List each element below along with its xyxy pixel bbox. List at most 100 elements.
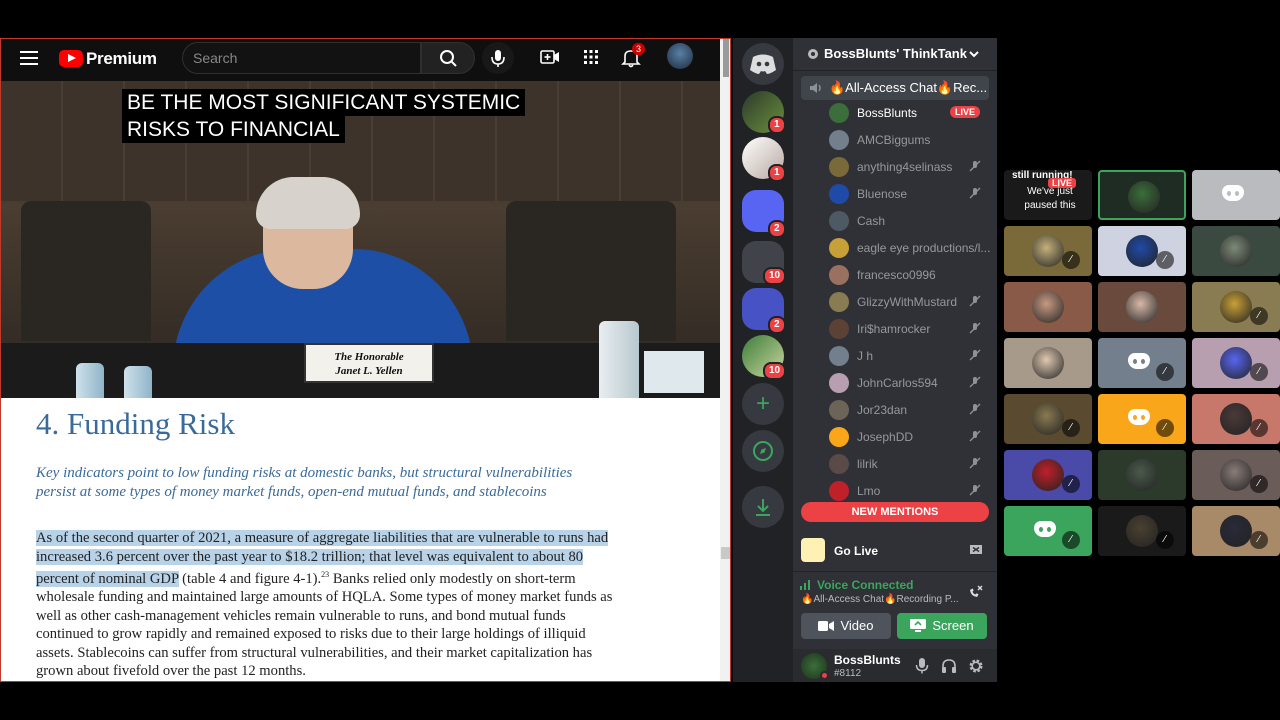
voice-member[interactable]: francesco0996: [829, 264, 989, 288]
key-points-text: Key indicators point to low funding risk…: [36, 465, 573, 500]
participant-video-tile[interactable]: ⁄: [1192, 506, 1280, 556]
voice-member[interactable]: JosephDD: [829, 426, 989, 450]
participant-video-tile[interactable]: ⁄: [1098, 226, 1186, 276]
voice-member[interactable]: BossBlunts LIVE: [829, 102, 989, 126]
muted-mic-icon: [969, 484, 981, 496]
voice-member[interactable]: GlizzyWithMustard: [829, 291, 989, 315]
participant-video-tile[interactable]: ⁄: [1192, 394, 1280, 444]
participant-video-tile[interactable]: ⁄: [1192, 282, 1280, 332]
member-avatar: [829, 427, 849, 447]
voice-member[interactable]: Bluenose: [829, 183, 989, 207]
voice-channel-subtitle[interactable]: 🔥All-Access Chat🔥Recording P...: [801, 594, 959, 605]
member-avatar: [829, 400, 849, 420]
account-avatar[interactable]: [667, 43, 693, 69]
water-bottle: [76, 363, 104, 398]
participant-video-tile[interactable]: ⁄: [1098, 506, 1186, 556]
voice-channel-item[interactable]: 🔥All-Access Chat🔥Rec...: [801, 76, 989, 100]
menu-icon[interactable]: [20, 51, 38, 65]
youtube-logo-icon[interactable]: [59, 50, 83, 67]
scrollbar-thumb[interactable]: [723, 39, 729, 77]
video-chair: [21, 201, 151, 341]
disconnect-icon[interactable]: [967, 584, 983, 600]
stream-tile[interactable]: still running! LIVE We've just paused th…: [1004, 170, 1092, 220]
user-name[interactable]: BossBlunts: [834, 653, 901, 667]
nameplate: The Honorable Janet L. Yellen: [304, 343, 434, 383]
voice-connected-label[interactable]: Voice Connected: [817, 578, 913, 592]
discord-default-avatar-icon: [1128, 409, 1150, 425]
participant-video-tile[interactable]: [1192, 226, 1280, 276]
member-name: anything4selinass: [857, 160, 953, 174]
guild-badge-icon: [808, 49, 818, 59]
participant-video-tile[interactable]: ⁄: [1098, 338, 1186, 388]
body-rest: Banks relied only modestly on short-term…: [36, 570, 613, 680]
participant-avatar: [1220, 459, 1252, 491]
participant-video-tile[interactable]: ⁄: [1192, 450, 1280, 500]
chevron-down-icon: [969, 51, 979, 58]
participant-video-tile[interactable]: ⁄: [1098, 394, 1186, 444]
scrollbar-thumb-secondary[interactable]: [721, 547, 730, 559]
member-avatar: [829, 103, 849, 123]
voice-member[interactable]: Lmo: [829, 480, 989, 504]
voice-member[interactable]: J h: [829, 345, 989, 369]
new-mentions-button[interactable]: NEW MENTIONS: [801, 502, 989, 522]
voice-member[interactable]: AMCBiggums: [829, 129, 989, 153]
voice-member[interactable]: lilrik: [829, 453, 989, 477]
member-name: lilrik: [857, 457, 878, 471]
member-avatar: [829, 184, 849, 204]
discord-default-avatar-icon: [1034, 521, 1056, 537]
participant-video-tile[interactable]: [1098, 282, 1186, 332]
youtube-brand[interactable]: Premium: [86, 49, 157, 69]
microphone-icon[interactable]: [915, 658, 929, 674]
search-input[interactable]: Search: [182, 42, 421, 74]
headphones-icon[interactable]: [941, 658, 957, 673]
screen-share-button[interactable]: Screen: [897, 613, 987, 639]
download-apps-button[interactable]: [742, 486, 784, 528]
participant-video-tile[interactable]: [1004, 282, 1092, 332]
create-video-icon[interactable]: [538, 45, 562, 69]
participant-avatar: [1126, 235, 1158, 267]
search-button[interactable]: [421, 42, 475, 74]
video-button[interactable]: Video: [801, 613, 891, 639]
voice-member[interactable]: anything4selinass: [829, 156, 989, 180]
add-server-button[interactable]: +: [742, 383, 784, 425]
muted-mic-icon: ⁄: [1156, 531, 1174, 549]
participant-video-tile[interactable]: [1098, 170, 1186, 220]
member-avatar: [829, 238, 849, 258]
participant-video-tile[interactable]: ⁄: [1192, 338, 1280, 388]
muted-mic-icon: ⁄: [1156, 419, 1174, 437]
participant-video-tile[interactable]: [1192, 170, 1280, 220]
participant-video-tile[interactable]: [1004, 338, 1092, 388]
participant-video-tile[interactable]: ⁄: [1004, 506, 1092, 556]
apps-grid-icon[interactable]: [579, 45, 603, 69]
voice-member[interactable]: JohnCarlos594: [829, 372, 989, 396]
screen-share-close-icon[interactable]: [969, 544, 983, 556]
discord-logo-icon: [750, 54, 776, 74]
participant-video-tile[interactable]: ⁄: [1004, 450, 1092, 500]
participant-avatar: [1126, 459, 1158, 491]
explore-servers-button[interactable]: [742, 430, 784, 472]
participant-video-tile[interactable]: ⁄: [1004, 226, 1092, 276]
voice-member[interactable]: eagle eye productions/l...: [829, 237, 990, 261]
camera-icon: [818, 621, 835, 631]
muted-mic-icon: ⁄: [1156, 363, 1174, 381]
participant-video-tile[interactable]: [1098, 450, 1186, 500]
member-name: Iri$hamrocker: [857, 322, 931, 336]
table-reference: (table 4 and figure 4-1).: [178, 570, 322, 587]
go-live-game-icon: [801, 538, 825, 562]
video-player[interactable]: The Honorable Janet L. Yellen BE THE MOS…: [1, 81, 720, 398]
participant-avatar: [1032, 459, 1064, 491]
participant-video-tile[interactable]: ⁄: [1004, 394, 1092, 444]
member-name: JohnCarlos594: [857, 376, 938, 390]
scrollbar[interactable]: [720, 39, 730, 681]
voice-member[interactable]: Cash: [829, 210, 989, 234]
go-live-bar[interactable]: Go Live: [793, 535, 997, 567]
guild-header[interactable]: BossBlunts' ThinkTank: [793, 38, 997, 71]
voice-member[interactable]: Iri$hamrocker: [829, 318, 989, 342]
gear-icon[interactable]: [968, 658, 984, 674]
participant-avatar: [1032, 235, 1064, 267]
muted-mic-icon: ⁄: [1250, 307, 1268, 325]
caption-line-2: RISKS TO FINANCIAL: [122, 116, 345, 143]
voice-search-button[interactable]: [482, 42, 514, 74]
discord-home-button[interactable]: [742, 43, 784, 85]
voice-member[interactable]: Jor23dan: [829, 399, 989, 423]
